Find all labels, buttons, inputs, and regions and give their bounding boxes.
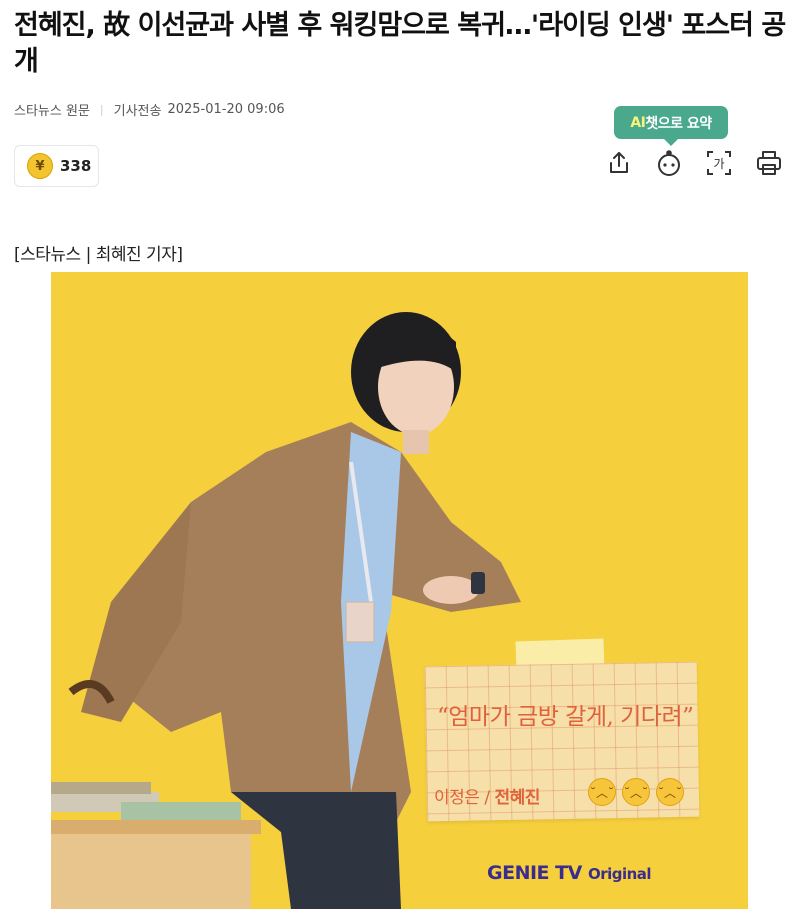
crying-face-icon: ˘︿˘	[656, 778, 684, 806]
ai-chat-button[interactable]	[654, 148, 684, 178]
source-name[interactable]: 스타뉴스	[14, 100, 62, 119]
ai-summary-tooltip[interactable]: AI 챗으로 요약	[614, 106, 728, 146]
print-icon	[757, 151, 781, 175]
poster-quote: “엄마가 금방 갈게, 기다려”	[437, 704, 694, 730]
character-name: 이정은 /	[434, 788, 490, 808]
article-meta: 스타뉴스 원문 | 기사전송 2025-01-20 09:06	[14, 100, 285, 119]
ai-bot-icon	[658, 150, 680, 176]
poster-image: “엄마가 금방 갈게, 기다려” 이정은 / 전혜진 ˘︿˘ ˘︿˘ ˘︿˘ G…	[51, 272, 748, 909]
poster-caption: 이정은 / 전혜진	[434, 783, 540, 808]
font-size-glyph: 가	[713, 157, 724, 171]
article-date: 2025-01-20 09:06	[167, 101, 285, 117]
original-link[interactable]: 원문	[66, 100, 90, 119]
reaction-button[interactable]: ¥ 338	[14, 145, 99, 187]
brand-main: GENIE TV	[487, 862, 582, 884]
ai-tooltip-label: 챗으로 요약	[645, 115, 712, 132]
crying-face-icon: ˘︿˘	[622, 778, 650, 806]
reaction-count: 338	[60, 157, 92, 175]
brand-logo: GENIE TV Original	[487, 862, 652, 884]
print-button[interactable]	[754, 148, 784, 178]
font-size-icon: 가	[707, 151, 731, 175]
ai-tooltip-prefix: AI	[630, 114, 646, 131]
share-icon	[610, 152, 628, 173]
article-byline: [스타뉴스 | 최혜진 기자]	[14, 245, 183, 265]
article-headline: 전혜진, 故 이선균과 사별 후 워킹맘으로 복귀…'라이딩 인생' 포스터 공…	[14, 10, 786, 77]
brand-sub: Original	[587, 865, 652, 883]
font-size-button[interactable]: 가	[704, 148, 734, 178]
share-button[interactable]	[604, 148, 634, 178]
meta-divider: |	[99, 102, 104, 116]
crying-face-icon: ˘︿˘	[588, 778, 616, 806]
date-label: 기사전송	[113, 103, 162, 119]
coin-icon: ¥	[27, 153, 53, 179]
actor-name: 전혜진	[494, 788, 540, 808]
